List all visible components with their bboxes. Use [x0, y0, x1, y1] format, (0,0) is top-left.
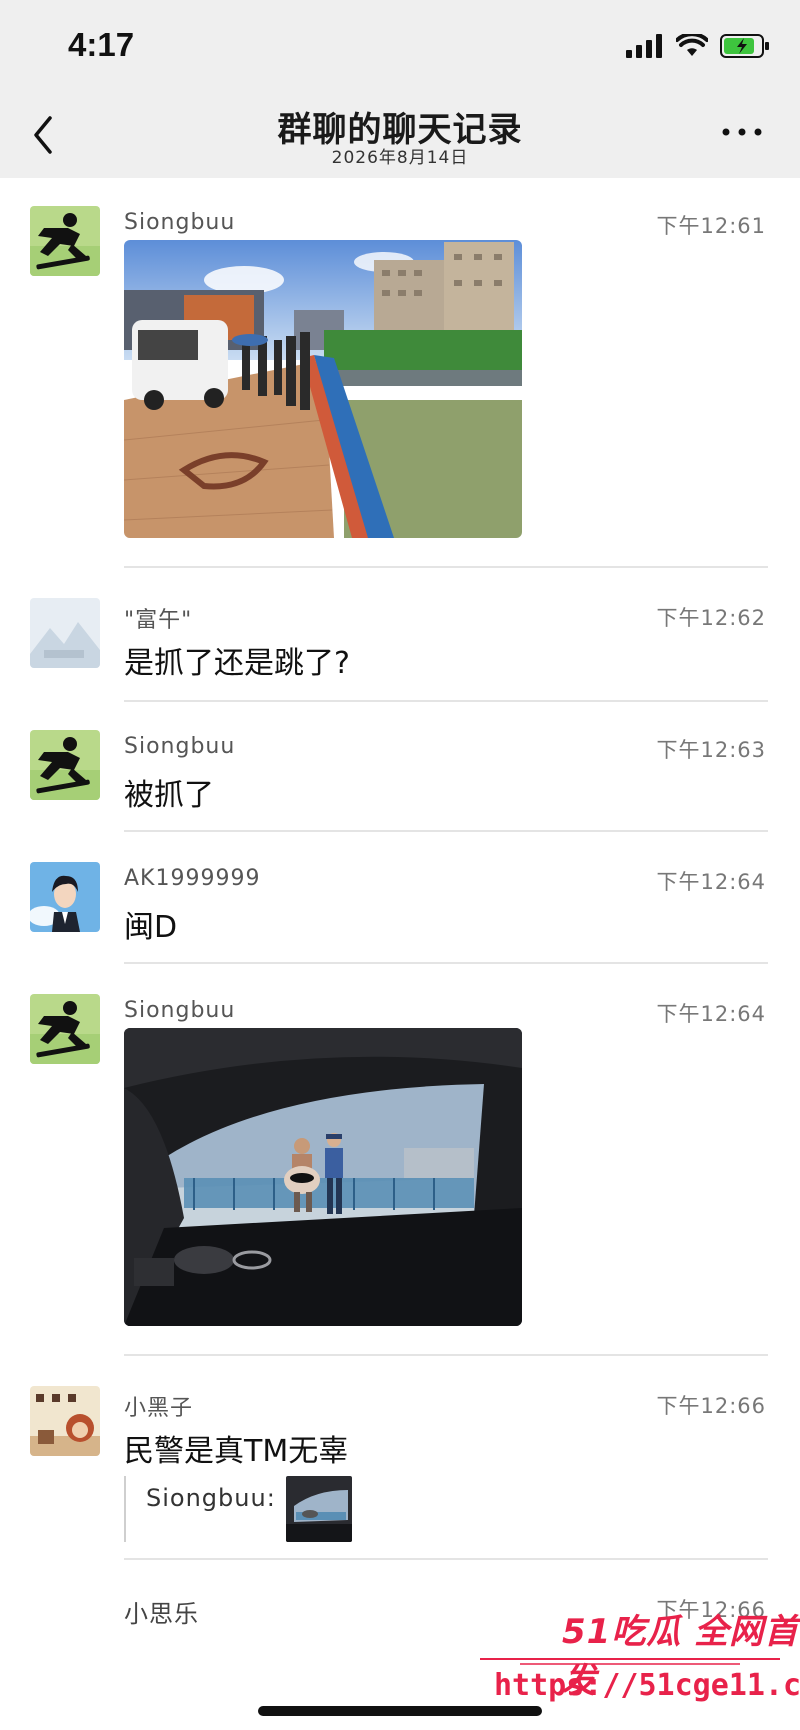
chat-message: Siongbuu 下午12:63 被抓了 [0, 730, 800, 850]
skater-avatar-icon [30, 730, 100, 800]
avatar[interactable] [30, 994, 100, 1064]
message-time: 下午12:64 [656, 870, 766, 894]
landscape-avatar-icon [30, 598, 100, 668]
skater-avatar-icon [30, 994, 100, 1064]
message-divider [124, 1558, 768, 1560]
message-divider [124, 566, 768, 568]
top-bar: 4:17 群聊的聊天记录 2026年8月14日 [0, 0, 800, 178]
sender-name: 小思乐 [124, 1600, 199, 1628]
anime-boy-avatar-icon [30, 862, 100, 932]
signal-icon [626, 34, 662, 58]
chat-message: AK1999999 下午12:64 闽D [0, 862, 800, 982]
avatar[interactable] [30, 1386, 100, 1456]
message-time: 下午12:66 [656, 1394, 766, 1418]
battery-icon [720, 34, 769, 58]
chat-message: Siongbuu 下午12:61 [0, 206, 800, 568]
message-divider [124, 700, 768, 702]
sender-name: Siongbuu [124, 734, 236, 759]
status-icons [626, 30, 770, 62]
message-text: 民警是真TM无辜 [124, 1434, 349, 1469]
photo-car-window[interactable] [124, 1028, 522, 1326]
message-text: 闽D [124, 910, 178, 945]
skater-avatar-icon [30, 206, 100, 276]
message-time: 下午12:63 [656, 738, 766, 762]
quoted-image-thumbnail[interactable] [286, 1476, 352, 1542]
quoted-sender: Siongbuu: [146, 1484, 276, 1512]
quoted-reply[interactable]: Siongbuu: [124, 1476, 352, 1542]
message-text: 被抓了 [124, 778, 214, 813]
home-indicator[interactable] [258, 1706, 542, 1716]
message-time: 下午12:62 [656, 606, 766, 630]
status-time: 4:17 [68, 26, 135, 63]
message-divider [124, 830, 768, 832]
message-divider [124, 1354, 768, 1356]
bridge-photo-image [124, 240, 522, 538]
sender-name: "富午" [124, 608, 193, 633]
message-divider [124, 962, 768, 964]
watermark-url: https://51cge11.com [494, 1668, 800, 1703]
watermark-lines [480, 1658, 780, 1665]
wifi-icon [676, 34, 708, 56]
page-subtitle: 2026年8月14日 [331, 148, 469, 168]
chat-message: Siongbuu 下午12:64 [0, 994, 800, 1364]
avatar[interactable] [30, 730, 100, 800]
message-time: 下午12:64 [656, 1002, 766, 1026]
message-text: 是抓了还是跳了? [124, 646, 350, 681]
more-dots-icon[interactable] [720, 122, 764, 142]
avatar[interactable] [30, 862, 100, 932]
chat-message: "富午" 下午12:62 是抓了还是跳了? [0, 598, 800, 718]
sender-name: 小黑子 [124, 1396, 194, 1421]
sender-name: Siongbuu [124, 998, 236, 1023]
sender-name: Siongbuu [124, 210, 236, 235]
room-avatar-icon [30, 1386, 100, 1456]
message-time: 下午12:61 [656, 214, 766, 238]
avatar[interactable] [30, 598, 100, 668]
avatar[interactable] [30, 206, 100, 276]
car-window-photo-image [124, 1028, 522, 1326]
chat-message: 小黑子 下午12:66 民警是真TM无辜 Siongbuu: [0, 1386, 800, 1566]
sender-name: AK1999999 [124, 866, 261, 891]
photo-bridge-scene[interactable] [124, 240, 522, 538]
